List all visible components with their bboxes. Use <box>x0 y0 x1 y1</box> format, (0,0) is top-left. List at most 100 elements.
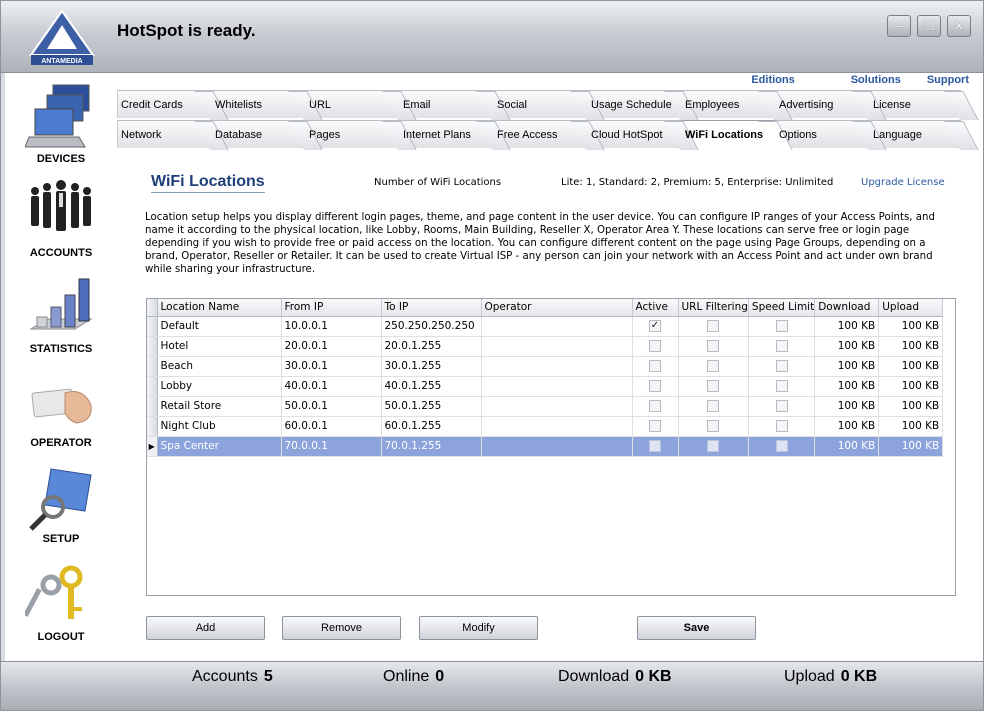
cell-location-name: Beach <box>157 356 282 377</box>
cell-upload: 100 KB <box>878 396 944 417</box>
active-checkbox[interactable] <box>649 380 661 392</box>
url-filtering-checkbox[interactable] <box>707 440 720 452</box>
table-row[interactable]: Default 10.0.0.1 250.250.250.250 ✓ 100 K… <box>147 316 944 337</box>
cell-from-ip: 60.0.0.1 <box>281 416 382 437</box>
upgrade-license-link[interactable]: Upgrade License <box>861 177 945 188</box>
sidebar-item-label: DEVICES <box>36 153 86 165</box>
speed-limit-checkbox[interactable] <box>775 320 788 332</box>
cell-speed-limit <box>748 376 816 397</box>
cell-url-filtering <box>678 336 749 357</box>
restore-icon[interactable]: ❐ <box>917 15 941 37</box>
wifi-count-value: Lite: 1, Standard: 2, Premium: 5, Enterp… <box>561 177 834 188</box>
sidebar-item-accounts[interactable]: ACCOUNTS <box>5 175 117 259</box>
top-links: Editions Solutions Support <box>695 74 969 86</box>
table-row[interactable]: Hotel 20.0.0.1 20.0.1.255 100 KB 100 KB <box>147 336 944 357</box>
sidebar-item-logout[interactable]: LOGOUT <box>5 559 117 643</box>
cell-from-ip: 20.0.0.1 <box>281 336 382 357</box>
column-header[interactable]: Upload <box>878 299 944 317</box>
table-row[interactable]: Lobby 40.0.0.1 40.0.1.255 100 KB 100 KB <box>147 376 944 397</box>
column-header[interactable]: Operator <box>481 299 633 317</box>
cell-to-ip: 250.250.250.250 <box>381 316 482 337</box>
speed-limit-checkbox[interactable] <box>775 400 788 412</box>
sidebar-item-devices[interactable]: DEVICES <box>5 81 117 165</box>
close-icon[interactable]: ✕ <box>947 15 971 37</box>
column-header[interactable]: URL Filtering <box>678 299 749 317</box>
active-checkbox[interactable] <box>649 420 661 432</box>
cell-url-filtering <box>678 316 749 337</box>
speed-limit-checkbox[interactable] <box>775 420 788 432</box>
tab-row-2: Network Database Pages Internet Plans Fr… <box>117 120 961 148</box>
row-selector[interactable] <box>147 376 158 397</box>
add-button[interactable]: Add <box>146 616 265 640</box>
speed-limit-checkbox[interactable] <box>775 440 788 452</box>
editions-link[interactable]: Editions <box>751 74 794 86</box>
row-selector-arrow-icon[interactable]: ▶ <box>147 436 158 457</box>
sidebar-item-setup[interactable]: SETUP <box>5 461 117 545</box>
sidebar: DEVICES ACCOUNTS STATISTICS OPERATOR SET… <box>5 73 117 661</box>
cell-upload: 100 KB <box>878 416 944 437</box>
column-header[interactable]: Location Name <box>157 299 282 317</box>
row-selector[interactable] <box>147 396 158 417</box>
url-filtering-checkbox[interactable] <box>707 400 720 412</box>
url-filtering-checkbox[interactable] <box>707 420 720 432</box>
cell-speed-limit <box>748 436 816 457</box>
url-filtering-checkbox[interactable] <box>707 380 720 392</box>
cell-location-name: Spa Center <box>157 436 282 457</box>
cell-active <box>632 416 679 437</box>
table-row-selected[interactable]: ▶ Spa Center 70.0.0.1 70.0.1.255 100 KB … <box>147 436 944 457</box>
cell-operator <box>481 376 633 397</box>
sidebar-item-statistics[interactable]: STATISTICS <box>5 271 117 355</box>
cell-operator <box>481 336 633 357</box>
column-header[interactable]: From IP <box>281 299 382 317</box>
tab-credit-cards[interactable]: Credit Cards <box>117 90 211 118</box>
sidebar-item-operator[interactable]: OPERATOR <box>5 365 117 449</box>
table-row[interactable]: Beach 30.0.0.1 30.0.1.255 100 KB 100 KB <box>147 356 944 377</box>
column-header[interactable]: To IP <box>381 299 482 317</box>
row-selector[interactable] <box>147 316 158 337</box>
cell-url-filtering <box>678 436 749 457</box>
app-title: HotSpot is ready. <box>117 21 256 40</box>
speed-limit-checkbox[interactable] <box>775 340 788 352</box>
column-header[interactable]: Speed Limit <box>748 299 816 317</box>
cell-url-filtering <box>678 376 749 397</box>
support-link[interactable]: Support <box>927 74 969 86</box>
cell-location-name: Default <box>157 316 282 337</box>
status-online: Online 0 <box>383 668 445 685</box>
column-header[interactable]: Active <box>632 299 679 317</box>
tab-network[interactable]: Network <box>117 120 211 148</box>
cell-active <box>632 396 679 417</box>
url-filtering-checkbox[interactable] <box>707 320 720 332</box>
row-selector[interactable] <box>147 416 158 437</box>
speed-limit-checkbox[interactable] <box>775 380 788 392</box>
speed-limit-checkbox[interactable] <box>775 360 788 372</box>
cell-download: 100 KB <box>814 396 880 417</box>
table-row[interactable]: Night Club 60.0.0.1 60.0.1.255 100 KB 10… <box>147 416 944 437</box>
cell-download: 100 KB <box>814 356 880 377</box>
url-filtering-checkbox[interactable] <box>707 340 720 352</box>
active-checkbox[interactable] <box>649 340 661 352</box>
cell-url-filtering <box>678 356 749 377</box>
table-row[interactable]: Retail Store 50.0.0.1 50.0.1.255 100 KB … <box>147 396 944 417</box>
table-header-row: Location Name From IP To IP Operator Act… <box>147 299 944 317</box>
cell-to-ip: 40.0.1.255 <box>381 376 482 397</box>
row-selector[interactable] <box>147 356 158 377</box>
cell-download: 100 KB <box>814 316 880 337</box>
active-checkbox[interactable] <box>649 360 661 372</box>
save-button[interactable]: Save <box>637 616 756 640</box>
wifi-count-label: Number of WiFi Locations <box>374 177 502 188</box>
remove-button[interactable]: Remove <box>282 616 401 640</box>
url-filtering-checkbox[interactable] <box>707 360 720 372</box>
cell-download: 100 KB <box>814 376 880 397</box>
active-checkbox[interactable] <box>649 440 661 452</box>
modify-button[interactable]: Modify <box>419 616 538 640</box>
active-checkbox[interactable] <box>649 400 661 412</box>
status-download: Download 0 KB <box>558 668 672 685</box>
column-header[interactable]: Download <box>814 299 880 317</box>
cell-from-ip: 10.0.0.1 <box>281 316 382 337</box>
locations-grid[interactable]: Location Name From IP To IP Operator Act… <box>146 298 956 596</box>
active-checkbox[interactable]: ✓ <box>649 320 661 332</box>
solutions-link[interactable]: Solutions <box>851 74 901 86</box>
cell-location-name: Night Club <box>157 416 282 437</box>
minimize-icon[interactable]: – <box>887 15 911 37</box>
row-selector[interactable] <box>147 336 158 357</box>
